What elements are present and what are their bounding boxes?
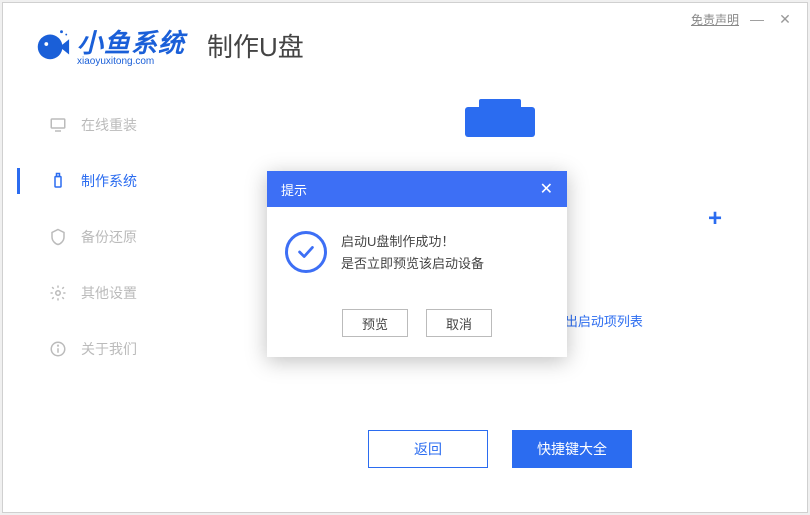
dialog-body: 启动U盘制作成功！ 是否立即预览该启动设备	[267, 207, 567, 295]
success-check-icon	[285, 231, 327, 273]
dialog-close-button[interactable]: ✕	[540, 179, 553, 199]
dialog-title: 提示	[281, 180, 307, 199]
dialog-header: 提示 ✕	[267, 171, 567, 207]
cancel-button[interactable]: 取消	[426, 309, 492, 337]
modal-overlay: 提示 ✕ 启动U盘制作成功！ 是否立即预览该启动设备 预览 取消	[3, 3, 807, 512]
app-window: 免责声明 — ✕ 小鱼系统 xiaoyuxitong.com 制作U盘	[2, 2, 808, 513]
dialog-footer: 预览 取消	[267, 295, 567, 357]
dialog-message: 启动U盘制作成功！ 是否立即预览该启动设备	[341, 231, 484, 275]
dialog-line1: 启动U盘制作成功！	[341, 234, 454, 249]
dialog-line2: 是否立即预览该启动设备	[341, 256, 484, 271]
preview-button[interactable]: 预览	[342, 309, 408, 337]
dialog: 提示 ✕ 启动U盘制作成功！ 是否立即预览该启动设备 预览 取消	[267, 171, 567, 357]
